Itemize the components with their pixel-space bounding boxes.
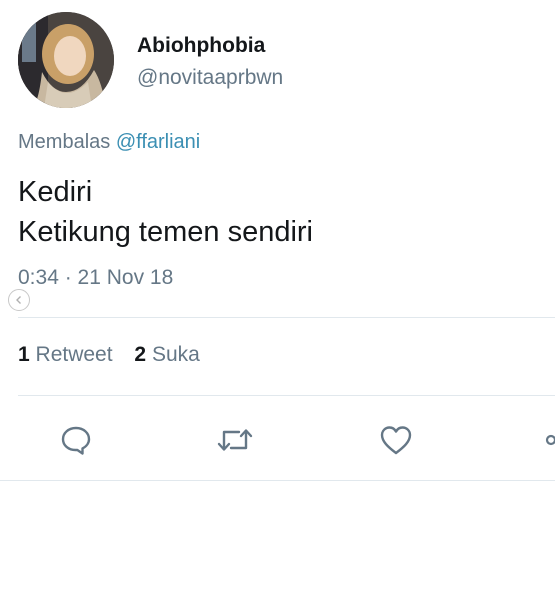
like-count: 2 [134,343,147,366]
retweet-button[interactable] [215,420,255,460]
reply-context: Membalas @ffarliani [18,131,200,154]
tweet-line: Kediri [18,176,93,208]
divider [0,480,555,481]
retweet-count: 1 [18,343,30,366]
reply-icon [61,426,91,455]
tweet-stats: 1 Retweet 2 Suka [18,343,216,367]
tweet-timestamp[interactable]: 0:34 · 21 Nov 18 [18,266,173,290]
reply-mention-link[interactable]: @ffarliani [116,131,200,153]
tweet-text: Kediri Ketikung temen sendiri [18,172,313,252]
reply-button[interactable] [56,420,96,460]
divider [18,317,555,318]
like-label: Suka [151,343,200,366]
reply-prefix: Membalas [18,131,111,153]
share-button[interactable] [535,420,555,460]
avatar[interactable] [18,12,114,108]
display-name[interactable]: Abiohphobia [137,34,265,58]
retweet-label: Retweet [35,343,113,366]
like-button[interactable] [376,420,416,460]
tweet-line: Ketikung temen sendiri [18,216,313,248]
chevron-left-icon[interactable] [8,289,30,311]
retweet-stat[interactable]: 1 Retweet [18,343,118,366]
divider [18,395,555,396]
share-icon [545,434,555,446]
heart-icon [380,426,412,455]
like-stat[interactable]: 2 Suka [134,343,199,366]
retweet-icon [217,429,253,451]
username[interactable]: @novitaaprbwn [137,66,283,90]
